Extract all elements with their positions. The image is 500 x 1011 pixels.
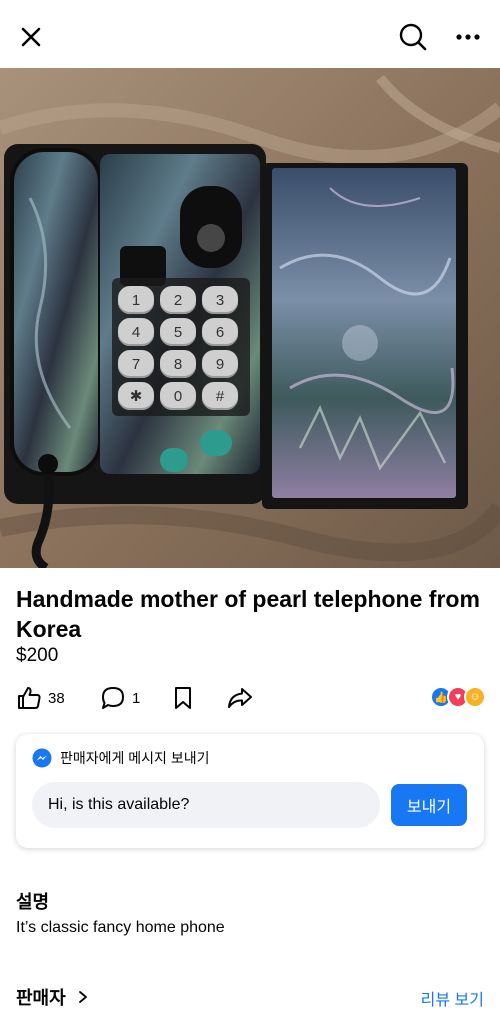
messenger-icon: [32, 748, 52, 768]
thumbs-up-icon: [18, 687, 41, 709]
handsfree-button: [160, 448, 188, 472]
share-button[interactable]: [226, 683, 254, 713]
comment-count: 1: [132, 689, 141, 707]
view-reviews-link[interactable]: 리뷰 보기: [421, 986, 484, 1010]
listing-title: Handmade mother of pearl telephone from …: [16, 586, 480, 642]
search-icon: [399, 23, 427, 51]
keypad-key: #: [202, 382, 238, 410]
top-bar: [0, 0, 500, 68]
keypad-key: 5: [160, 318, 196, 346]
keypad-key: ✱: [118, 382, 154, 410]
comment-button[interactable]: 1: [100, 683, 140, 713]
description-heading: 설명: [16, 892, 50, 912]
seller-label: 판매자: [16, 988, 66, 1008]
more-icon: [456, 34, 480, 40]
save-button[interactable]: [172, 683, 194, 713]
action-bar: 38 1 👍 ♥ ☺: [16, 683, 486, 713]
keypad-key: 8: [160, 350, 196, 378]
like-count: 38: [48, 689, 65, 707]
close-button[interactable]: [14, 20, 48, 54]
keypad-key: 2: [160, 286, 196, 314]
message-input[interactable]: Hi, is this available?: [32, 782, 380, 828]
seller-row: 판매자 리뷰 보기: [16, 982, 484, 1010]
listing-price: $200: [16, 645, 59, 666]
telephone-keypad: 1 2 3 4 5 6 7 8 9 ✱ 0 #: [118, 286, 244, 410]
more-button[interactable]: [450, 22, 486, 52]
care-reaction-icon: ☺: [464, 686, 486, 708]
keypad-key: 1: [118, 286, 154, 314]
bookmark-icon: [175, 687, 191, 709]
keypad-key: 9: [202, 350, 238, 378]
seller-link[interactable]: 판매자: [16, 984, 88, 1010]
message-label: 판매자에게 메시지 보내기: [60, 750, 210, 766]
reaction-summary[interactable]: 👍 ♥ ☺: [430, 686, 486, 708]
share-icon: [228, 688, 252, 708]
search-button[interactable]: [394, 18, 432, 56]
like-button[interactable]: 38: [16, 683, 65, 713]
product-photo[interactable]: 1 2 3 4 5 6 7 8 9 ✱ 0 #: [0, 68, 500, 568]
description-text: It’s classic fancy home phone: [16, 919, 225, 936]
speaker-button: [200, 430, 232, 456]
send-button[interactable]: 보내기: [391, 784, 467, 826]
keypad-key: 7: [118, 350, 154, 378]
keypad-key: 4: [118, 318, 154, 346]
telephone-photo: [0, 68, 500, 568]
keypad-key: 0: [160, 382, 196, 410]
close-icon: [21, 27, 41, 47]
message-header: 판매자에게 메시지 보내기: [32, 748, 209, 768]
keypad-key: 6: [202, 318, 238, 346]
message-seller-card: 판매자에게 메시지 보내기 Hi, is this available? 보내기: [16, 734, 484, 848]
chevron-right-icon: [78, 991, 87, 1003]
keypad-key: 3: [202, 286, 238, 314]
comment-icon: [102, 687, 124, 709]
